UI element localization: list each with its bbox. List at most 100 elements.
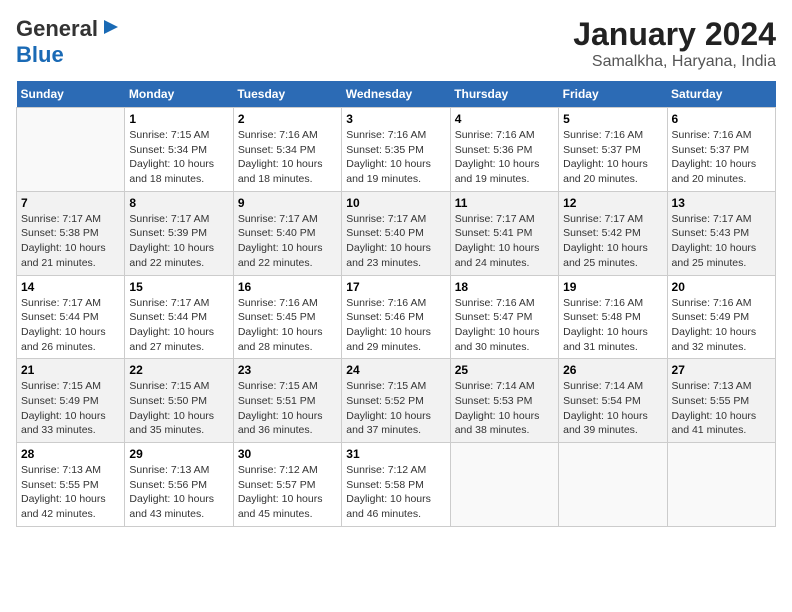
day-number: 4 bbox=[455, 112, 554, 126]
calendar-cell: 13 Sunrise: 7:17 AM Sunset: 5:43 PM Dayli… bbox=[667, 191, 775, 275]
day-info: Sunrise: 7:12 AM Sunset: 5:58 PM Dayligh… bbox=[346, 463, 445, 522]
logo: General Blue bbox=[16, 16, 120, 68]
day-number: 9 bbox=[238, 196, 337, 210]
day-number: 20 bbox=[672, 280, 771, 294]
day-info: Sunrise: 7:16 AM Sunset: 5:35 PM Dayligh… bbox=[346, 128, 445, 187]
calendar-cell: 8Sunrise: 7:17 AM Sunset: 5:39 PM Daylig… bbox=[125, 191, 233, 275]
day-info: Sunrise: 7:17 AM Sunset: 5:44 PM Dayligh… bbox=[129, 296, 228, 355]
calendar-cell: 11 Sunrise: 7:17 AM Sunset: 5:41 PM Dayli… bbox=[450, 191, 558, 275]
day-info: Sunrise: 7:16 AM Sunset: 5:48 PM Dayligh… bbox=[563, 296, 662, 355]
day-info: Sunrise: 7:17 AM Sunset: 5:42 PM Dayligh… bbox=[563, 212, 662, 271]
calendar-cell: 18Sunrise: 7:16 AM Sunset: 5:47 PM Dayli… bbox=[450, 275, 558, 359]
day-number: 2 bbox=[238, 112, 337, 126]
day-number: 22 bbox=[129, 363, 228, 377]
day-info: Sunrise: 7:16 AM Sunset: 5:45 PM Dayligh… bbox=[238, 296, 337, 355]
calendar-body: 1 Sunrise: 7:15 AM Sunset: 5:34 PM Daylig… bbox=[17, 108, 776, 527]
day-number: 23 bbox=[238, 363, 337, 377]
calendar-cell: 17Sunrise: 7:16 AM Sunset: 5:46 PM Dayli… bbox=[342, 275, 450, 359]
logo-arrow-icon bbox=[102, 18, 120, 41]
calendar-cell: 31 Sunrise: 7:12 AM Sunset: 5:58 PM Dayli… bbox=[342, 443, 450, 527]
day-info: Sunrise: 7:16 AM Sunset: 5:37 PM Dayligh… bbox=[563, 128, 662, 187]
page-subtitle: Samalkha, Haryana, India bbox=[573, 53, 776, 71]
calendar-cell: 4Sunrise: 7:16 AM Sunset: 5:36 PM Daylig… bbox=[450, 108, 558, 192]
day-number: 19 bbox=[563, 280, 662, 294]
calendar-cell: 6Sunrise: 7:16 AM Sunset: 5:37 PM Daylig… bbox=[667, 108, 775, 192]
calendar-cell: 5Sunrise: 7:16 AM Sunset: 5:37 PM Daylig… bbox=[559, 108, 667, 192]
calendar-cell bbox=[17, 108, 125, 192]
day-info: Sunrise: 7:13 AM Sunset: 5:56 PM Dayligh… bbox=[129, 463, 228, 522]
day-number: 8 bbox=[129, 196, 228, 210]
logo-blue: Blue bbox=[16, 42, 64, 67]
day-number: 12 bbox=[563, 196, 662, 210]
page-title: January 2024 bbox=[573, 16, 776, 53]
day-info: Sunrise: 7:13 AM Sunset: 5:55 PM Dayligh… bbox=[672, 379, 771, 438]
day-info: Sunrise: 7:15 AM Sunset: 5:49 PM Dayligh… bbox=[21, 379, 120, 438]
day-number: 13 bbox=[672, 196, 771, 210]
day-number: 28 bbox=[21, 447, 120, 461]
calendar-cell: 30 Sunrise: 7:12 AM Sunset: 5:57 PM Dayli… bbox=[233, 443, 341, 527]
day-info: Sunrise: 7:15 AM Sunset: 5:52 PM Dayligh… bbox=[346, 379, 445, 438]
calendar-cell: 12 Sunrise: 7:17 AM Sunset: 5:42 PM Dayli… bbox=[559, 191, 667, 275]
day-info: Sunrise: 7:16 AM Sunset: 5:37 PM Dayligh… bbox=[672, 128, 771, 187]
calendar-cell: 2Sunrise: 7:16 AM Sunset: 5:34 PM Daylig… bbox=[233, 108, 341, 192]
day-info: Sunrise: 7:16 AM Sunset: 5:47 PM Dayligh… bbox=[455, 296, 554, 355]
weekday-header-friday: Friday bbox=[559, 81, 667, 108]
calendar-cell: 1 Sunrise: 7:15 AM Sunset: 5:34 PM Daylig… bbox=[125, 108, 233, 192]
day-number: 17 bbox=[346, 280, 445, 294]
calendar-week-row: 28 Sunrise: 7:13 AM Sunset: 5:55 PM Dayli… bbox=[17, 443, 776, 527]
calendar-cell bbox=[559, 443, 667, 527]
day-number: 10 bbox=[346, 196, 445, 210]
day-number: 11 bbox=[455, 196, 554, 210]
calendar-cell: 23 Sunrise: 7:15 AM Sunset: 5:51 PM Dayli… bbox=[233, 359, 341, 443]
day-info: Sunrise: 7:16 AM Sunset: 5:49 PM Dayligh… bbox=[672, 296, 771, 355]
calendar-cell: 20 Sunrise: 7:16 AM Sunset: 5:49 PM Dayli… bbox=[667, 275, 775, 359]
day-number: 1 bbox=[129, 112, 228, 126]
day-number: 31 bbox=[346, 447, 445, 461]
day-info: Sunrise: 7:17 AM Sunset: 5:44 PM Dayligh… bbox=[21, 296, 120, 355]
day-number: 27 bbox=[672, 363, 771, 377]
calendar-week-row: 1 Sunrise: 7:15 AM Sunset: 5:34 PM Daylig… bbox=[17, 108, 776, 192]
weekday-header-tuesday: Tuesday bbox=[233, 81, 341, 108]
day-info: Sunrise: 7:12 AM Sunset: 5:57 PM Dayligh… bbox=[238, 463, 337, 522]
calendar-cell: 27 Sunrise: 7:13 AM Sunset: 5:55 PM Dayli… bbox=[667, 359, 775, 443]
day-info: Sunrise: 7:13 AM Sunset: 5:55 PM Dayligh… bbox=[21, 463, 120, 522]
calendar-cell: 25Sunrise: 7:14 AM Sunset: 5:53 PM Dayli… bbox=[450, 359, 558, 443]
day-info: Sunrise: 7:17 AM Sunset: 5:41 PM Dayligh… bbox=[455, 212, 554, 271]
weekday-header-wednesday: Wednesday bbox=[342, 81, 450, 108]
day-info: Sunrise: 7:17 AM Sunset: 5:38 PM Dayligh… bbox=[21, 212, 120, 271]
calendar-cell: 7 Sunrise: 7:17 AM Sunset: 5:38 PM Daylig… bbox=[17, 191, 125, 275]
calendar-cell: 19 Sunrise: 7:16 AM Sunset: 5:48 PM Dayli… bbox=[559, 275, 667, 359]
calendar-cell: 22 Sunrise: 7:15 AM Sunset: 5:50 PM Dayli… bbox=[125, 359, 233, 443]
day-info: Sunrise: 7:14 AM Sunset: 5:54 PM Dayligh… bbox=[563, 379, 662, 438]
calendar-cell: 10 Sunrise: 7:17 AM Sunset: 5:40 PM Dayli… bbox=[342, 191, 450, 275]
day-number: 7 bbox=[21, 196, 120, 210]
day-info: Sunrise: 7:17 AM Sunset: 5:43 PM Dayligh… bbox=[672, 212, 771, 271]
weekday-header-saturday: Saturday bbox=[667, 81, 775, 108]
calendar-cell: 16 Sunrise: 7:16 AM Sunset: 5:45 PM Dayli… bbox=[233, 275, 341, 359]
day-info: Sunrise: 7:15 AM Sunset: 5:34 PM Dayligh… bbox=[129, 128, 228, 187]
day-number: 29 bbox=[129, 447, 228, 461]
calendar-cell: 15 Sunrise: 7:17 AM Sunset: 5:44 PM Dayli… bbox=[125, 275, 233, 359]
day-number: 3 bbox=[346, 112, 445, 126]
logo-general: General bbox=[16, 16, 98, 42]
day-number: 30 bbox=[238, 447, 337, 461]
calendar-cell: 3 Sunrise: 7:16 AM Sunset: 5:35 PM Daylig… bbox=[342, 108, 450, 192]
weekday-header-thursday: Thursday bbox=[450, 81, 558, 108]
day-number: 14 bbox=[21, 280, 120, 294]
calendar-week-row: 14 Sunrise: 7:17 AM Sunset: 5:44 PM Dayli… bbox=[17, 275, 776, 359]
calendar-table: SundayMondayTuesdayWednesdayThursdayFrid… bbox=[16, 81, 776, 527]
calendar-cell bbox=[450, 443, 558, 527]
calendar-cell: 24Sunrise: 7:15 AM Sunset: 5:52 PM Dayli… bbox=[342, 359, 450, 443]
day-info: Sunrise: 7:15 AM Sunset: 5:51 PM Dayligh… bbox=[238, 379, 337, 438]
day-info: Sunrise: 7:15 AM Sunset: 5:50 PM Dayligh… bbox=[129, 379, 228, 438]
calendar-cell bbox=[667, 443, 775, 527]
day-number: 15 bbox=[129, 280, 228, 294]
day-number: 16 bbox=[238, 280, 337, 294]
day-info: Sunrise: 7:17 AM Sunset: 5:40 PM Dayligh… bbox=[346, 212, 445, 271]
title-block: January 2024 Samalkha, Haryana, India bbox=[573, 16, 776, 71]
day-number: 21 bbox=[21, 363, 120, 377]
calendar-cell: 14 Sunrise: 7:17 AM Sunset: 5:44 PM Dayli… bbox=[17, 275, 125, 359]
day-info: Sunrise: 7:14 AM Sunset: 5:53 PM Dayligh… bbox=[455, 379, 554, 438]
weekday-header-monday: Monday bbox=[125, 81, 233, 108]
calendar-header-row: SundayMondayTuesdayWednesdayThursdayFrid… bbox=[17, 81, 776, 108]
